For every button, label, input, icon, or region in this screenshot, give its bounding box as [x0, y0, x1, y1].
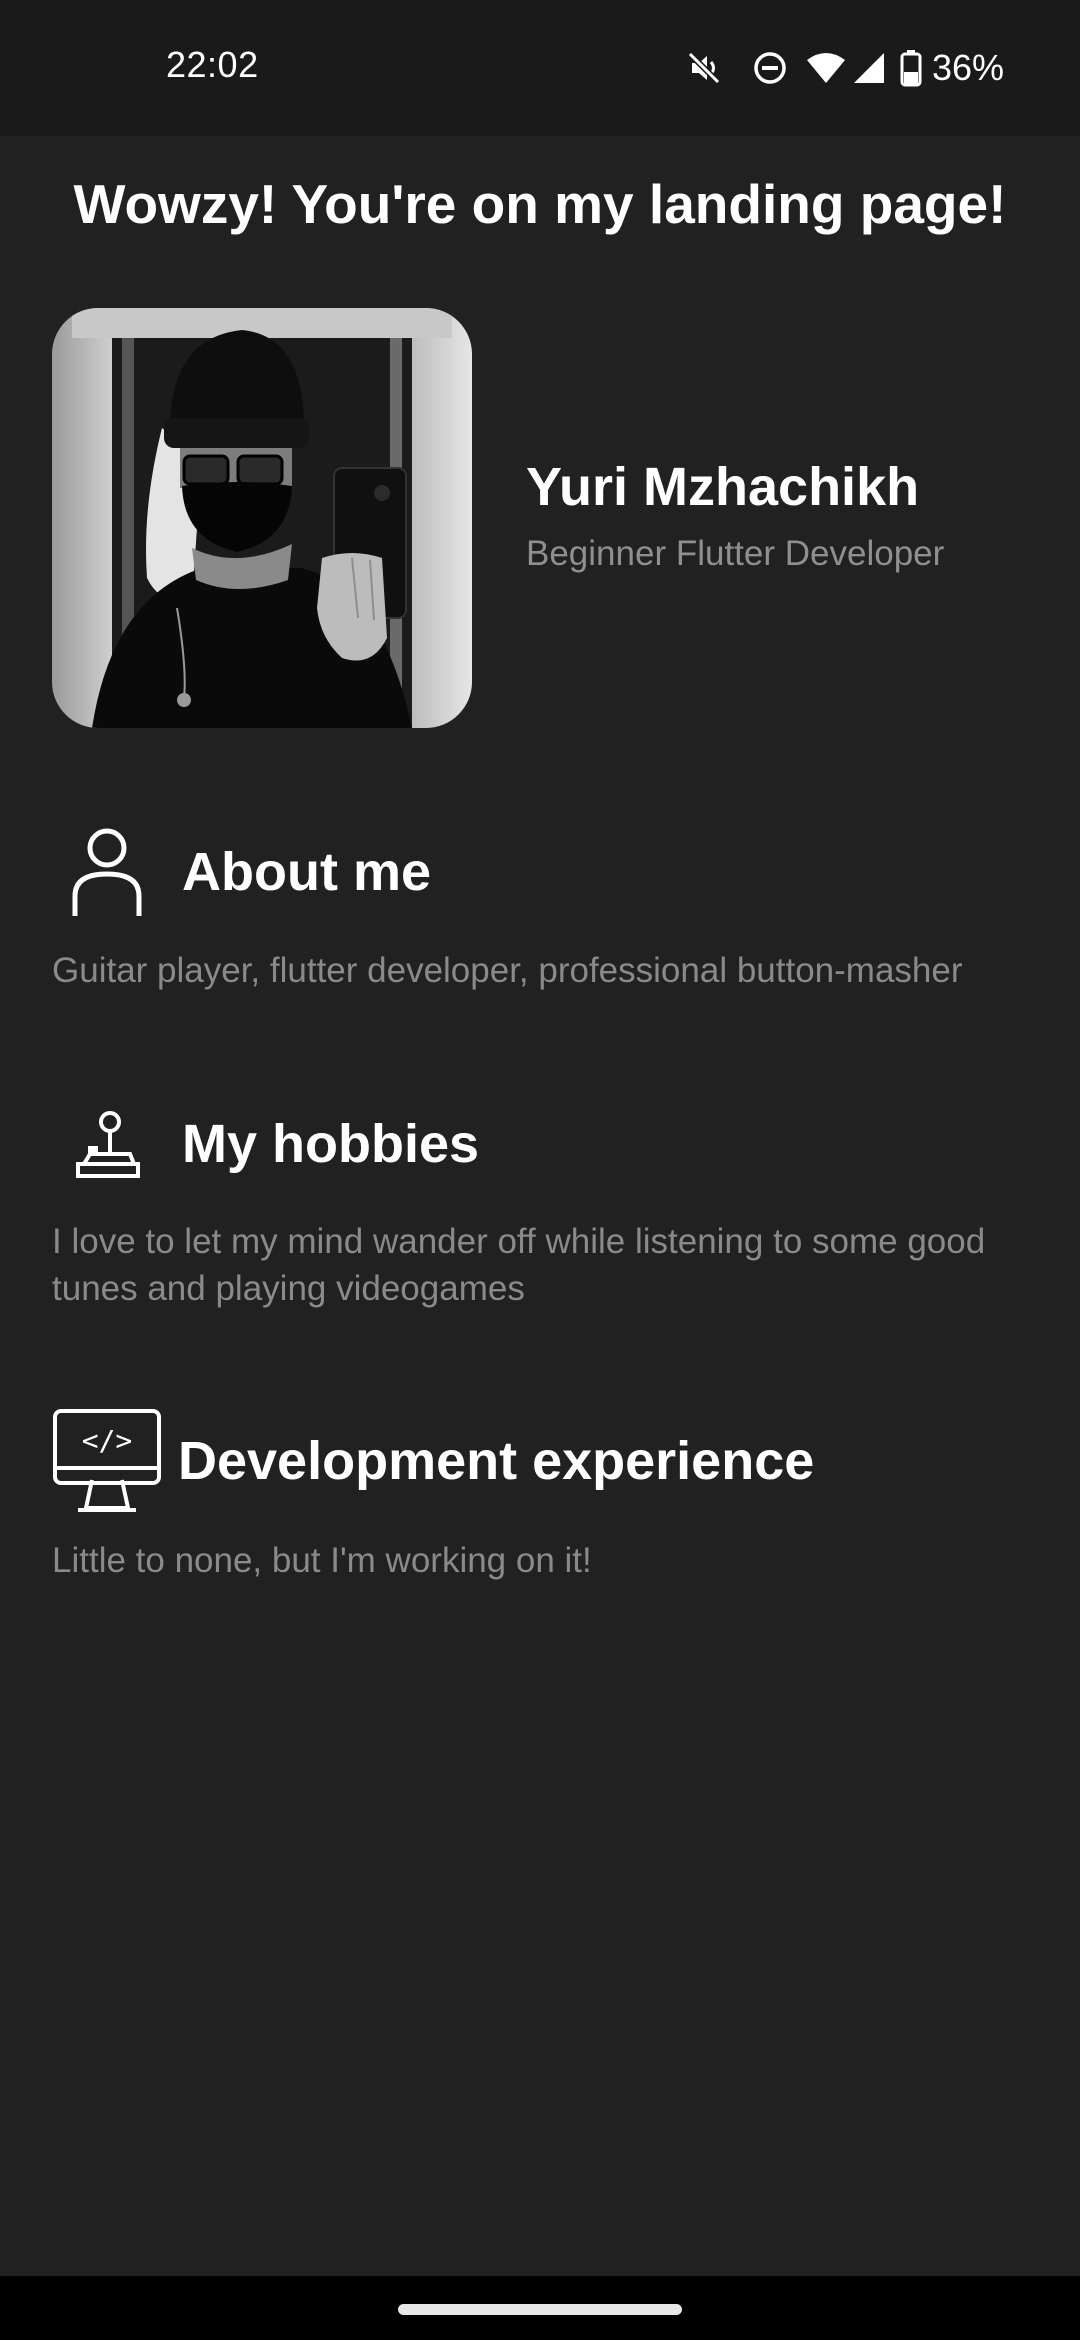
section-text: Little to none, but I'm working on it! — [52, 1541, 592, 1580]
status-time: 22:02 — [166, 44, 259, 85]
battery-icon — [900, 50, 922, 87]
section-experience: </> Development experience — [52, 1408, 814, 1514]
home-gesture-handle[interactable] — [398, 2304, 682, 2315]
wifi-icon — [806, 53, 845, 83]
status-bar: 22:02 36% — [0, 0, 1080, 136]
section-title: Development experience — [178, 1431, 815, 1491]
section-hobbies: My hobbies — [52, 1110, 479, 1178]
section-text: Guitar player, flutter developer, profes… — [52, 951, 963, 990]
section-about: About me — [52, 826, 431, 918]
section-text: I love to let my mind wander off while l… — [52, 1222, 986, 1308]
signal-icon — [853, 53, 884, 83]
profile-name: Yuri Mzhachikh — [526, 457, 920, 517]
profile-photo — [52, 308, 472, 728]
svg-text:</>: </> — [82, 1424, 133, 1457]
battery-percent: 36% — [931, 47, 1004, 88]
status-icons: 36% — [668, 46, 1004, 90]
page-title: Wowzy! You're on my landing page! — [73, 173, 1007, 235]
person-icon — [52, 826, 162, 918]
mute-icon — [687, 51, 721, 85]
dnd-icon — [754, 52, 786, 84]
section-title: My hobbies — [182, 1114, 480, 1174]
profile-role: Beginner Flutter Developer — [526, 534, 945, 573]
navigation-bar — [0, 2276, 1080, 2340]
section-title: About me — [182, 842, 431, 902]
code-monitor-icon: </> — [52, 1408, 162, 1514]
joystick-icon — [52, 1110, 162, 1178]
app-screen: 22:02 36% Wowzy! You're on my landing pa… — [0, 0, 1080, 2340]
